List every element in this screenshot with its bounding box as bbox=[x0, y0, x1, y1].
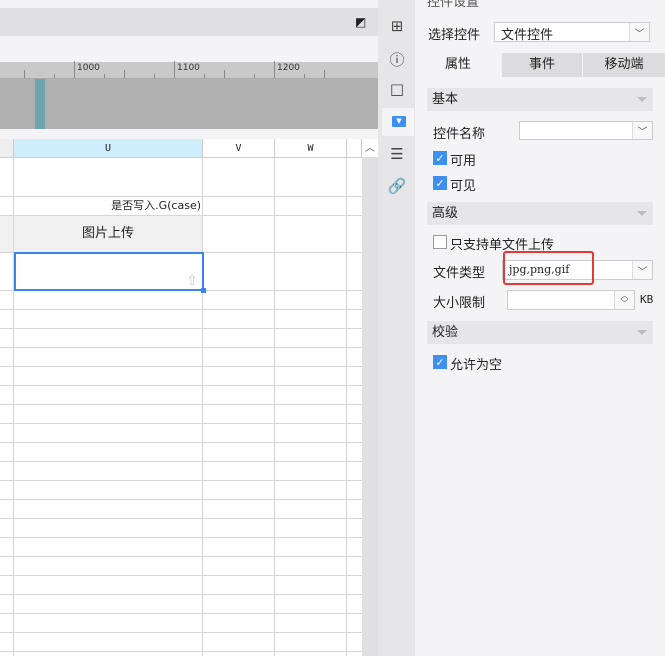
canvas-area bbox=[0, 79, 378, 129]
cell-attribute-icon[interactable]: ⓘ bbox=[386, 48, 408, 70]
widget-settings-tab[interactable]: ▼ bbox=[382, 108, 414, 136]
section-validation[interactable]: 校验 bbox=[427, 321, 653, 344]
fill-handle[interactable] bbox=[201, 288, 206, 293]
condition-attribute-icon[interactable]: ☰ bbox=[386, 143, 408, 165]
size-limit-label: 大小限制 bbox=[433, 296, 486, 311]
widget-settings-panel: 控件设置 选择控件 文件控件 ﹀ 属性 事件 移动端 基本 控件名称 ﹀ ✓ 可… bbox=[415, 0, 665, 656]
section-advanced[interactable]: 高级 bbox=[427, 202, 653, 225]
size-limit-input[interactable]: ︿ ﹀ bbox=[507, 290, 635, 310]
format-menu-icon[interactable]: ◩ bbox=[355, 15, 366, 29]
ruler-label: 1000 bbox=[77, 63, 100, 73]
toolbar: ◩ bbox=[0, 8, 378, 36]
section-title: 校验 bbox=[432, 325, 459, 340]
border-icon[interactable]: □ bbox=[386, 78, 408, 100]
corner-header bbox=[0, 139, 14, 158]
enabled-label: 可用 bbox=[450, 154, 477, 169]
upload-icon: ⇧ bbox=[186, 273, 198, 289]
side-toolbar: ⊞ ⓘ □ ▼ ☰ 🔗 bbox=[378, 0, 415, 656]
allow-empty-checkbox[interactable]: ✓ bbox=[433, 355, 447, 369]
header-cell[interactable]: 图片上传 bbox=[14, 216, 202, 252]
ruler-label: 1200 bbox=[277, 63, 300, 73]
canvas-marker[interactable] bbox=[35, 79, 45, 129]
ruler: 1000 1100 1200 bbox=[0, 61, 378, 79]
control-name-label: 控件名称 bbox=[433, 127, 486, 142]
control-name-input[interactable]: ﹀ bbox=[519, 121, 653, 140]
tab-properties[interactable]: 属性 bbox=[415, 53, 501, 77]
select-control-label: 选择控件 bbox=[428, 28, 481, 43]
visible-checkbox[interactable]: ✓ bbox=[433, 176, 447, 190]
chevron-down-icon[interactable]: ﹀ bbox=[629, 23, 649, 41]
scroll-up-icon[interactable]: ︿ bbox=[362, 139, 378, 157]
size-unit: KB bbox=[640, 293, 654, 306]
file-type-label: 文件类型 bbox=[433, 266, 486, 281]
panel-title: 控件设置 bbox=[427, 0, 480, 10]
select-control-value: 文件控件 bbox=[501, 28, 554, 43]
section-title: 基本 bbox=[432, 92, 459, 107]
chevron-down-icon[interactable]: ﹀ bbox=[632, 261, 652, 279]
visible-label: 可见 bbox=[450, 179, 477, 194]
hyperlink-icon[interactable]: 🔗 bbox=[386, 175, 408, 197]
tab-events[interactable]: 事件 bbox=[502, 53, 582, 77]
row-label-cell bbox=[0, 216, 13, 252]
stepper-icon[interactable]: ︿ ﹀ bbox=[614, 291, 634, 309]
enabled-checkbox[interactable]: ✓ bbox=[433, 151, 447, 165]
formula-cell[interactable]: 是否写入.G(case) bbox=[14, 197, 201, 215]
highlight-box bbox=[503, 251, 594, 285]
column-header-extra bbox=[347, 139, 362, 158]
collapse-icon bbox=[637, 330, 647, 340]
selected-upload-cell[interactable]: ⇧ bbox=[14, 252, 206, 293]
allow-empty-label: 允许为空 bbox=[450, 358, 503, 373]
collapse-icon bbox=[637, 97, 647, 107]
column-header-v[interactable]: V bbox=[203, 139, 275, 158]
collapse-icon bbox=[637, 211, 647, 221]
spreadsheet[interactable]: U V W 是否写入.G(case) 图片上传 ⇧ bbox=[0, 139, 362, 656]
tab-mobile[interactable]: 移动端 bbox=[583, 53, 665, 77]
cell-element-icon[interactable]: ⊞ bbox=[386, 15, 408, 37]
chevron-down-icon[interactable]: ﹀ bbox=[632, 122, 652, 139]
section-title: 高级 bbox=[432, 206, 459, 221]
column-header-w[interactable]: W bbox=[275, 139, 347, 158]
vertical-scrollbar[interactable]: ︿ bbox=[362, 139, 378, 656]
column-header-u[interactable]: U bbox=[14, 139, 203, 158]
dropdown-widget-icon: ▼ bbox=[392, 116, 406, 127]
single-upload-checkbox[interactable] bbox=[433, 235, 447, 249]
select-control-dropdown[interactable]: 文件控件 ﹀ bbox=[494, 22, 650, 43]
ruler-label: 1100 bbox=[177, 63, 200, 73]
section-basic[interactable]: 基本 bbox=[427, 88, 653, 111]
